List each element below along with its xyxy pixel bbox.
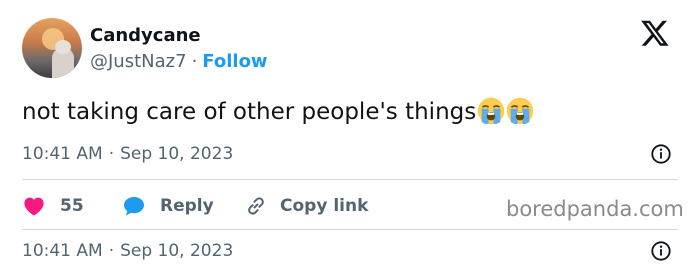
footer-date: Sep 10, 2023 [120, 241, 234, 261]
footer-timestamp[interactable]: 10:41 AM · Sep 10, 2023 [22, 240, 233, 262]
footer-separator: · [108, 241, 115, 261]
divider [22, 229, 678, 230]
tweet-time: 10:41 AM [22, 144, 103, 164]
loudly-crying-face-emoji [478, 97, 505, 125]
tweet-text: not taking care of other people's things [22, 99, 477, 125]
timestamp-separator: · [108, 144, 115, 164]
tweet-text-row: not taking care of other people's things [22, 96, 534, 128]
reply-button[interactable]: Reply [122, 194, 214, 218]
reply-bubble-icon [124, 197, 144, 216]
reply-label: Reply [160, 196, 214, 216]
heart-icon [24, 197, 44, 216]
user-handle[interactable]: @JustNaz7 [90, 51, 187, 72]
handle-row: @JustNaz7 · Follow [90, 51, 268, 73]
copy-link-label: Copy link [280, 196, 369, 216]
link-icon [248, 197, 264, 215]
avatar-head [55, 40, 71, 54]
display-name[interactable]: Candycane [90, 25, 201, 47]
loudly-crying-face-emoji [507, 97, 534, 125]
avatar[interactable] [22, 18, 82, 78]
divider [22, 179, 678, 180]
info-icon[interactable] [650, 240, 672, 262]
info-icon[interactable] [650, 143, 672, 165]
x-logo-icon[interactable] [640, 18, 670, 48]
handle-separator: · [191, 51, 198, 72]
tweet-timestamp[interactable]: 10:41 AM · Sep 10, 2023 [22, 143, 233, 165]
footer-time: 10:41 AM [22, 241, 103, 261]
like-button[interactable]: 55 [22, 194, 84, 218]
like-count: 55 [60, 196, 84, 216]
watermark: boredpanda.com [506, 197, 684, 221]
tweet-date: Sep 10, 2023 [120, 144, 234, 164]
follow-button[interactable]: Follow [202, 51, 267, 72]
copy-link-button[interactable]: Copy link [244, 194, 368, 218]
